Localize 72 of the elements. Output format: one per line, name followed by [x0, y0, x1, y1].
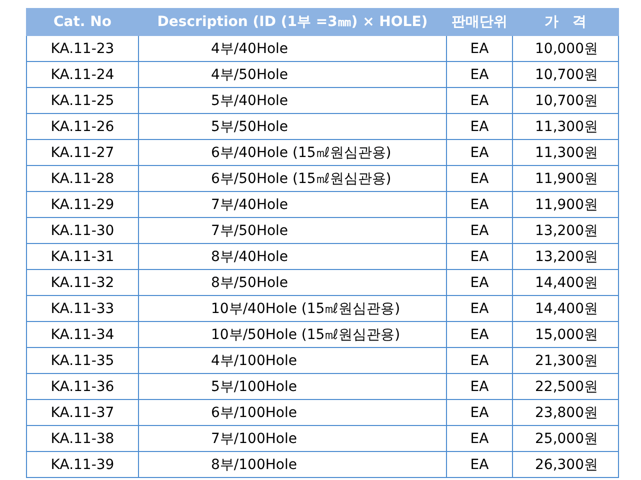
table-cell: 10부/40Hole (15㎖원심관용): [138, 296, 446, 322]
table-cell: KA.11-34: [26, 322, 138, 348]
table-cell: 11,900원: [512, 192, 618, 218]
table-cell: KA.11-30: [26, 218, 138, 244]
table-cell: 22,500원: [512, 374, 618, 400]
table-cell: EA: [446, 192, 512, 218]
table-cell: 14,400원: [512, 296, 618, 322]
table-cell: 4부/40Hole: [138, 36, 446, 62]
table-cell: EA: [446, 140, 512, 166]
table-cell: EA: [446, 270, 512, 296]
table-cell: EA: [446, 374, 512, 400]
table-cell: 5부/100Hole: [138, 374, 446, 400]
table-cell: 10,700원: [512, 88, 618, 114]
column-header: 가 격: [512, 8, 618, 36]
table-cell: KA.11-31: [26, 244, 138, 270]
table-cell: 7부/100Hole: [138, 426, 446, 452]
column-header: Cat. No: [26, 8, 138, 36]
table-cell: 11,300원: [512, 140, 618, 166]
table-cell: 13,200원: [512, 218, 618, 244]
table-cell: EA: [446, 166, 512, 192]
table-cell: EA: [446, 348, 512, 374]
table-cell: EA: [446, 400, 512, 426]
table-cell: 10,700원: [512, 62, 618, 88]
table-cell: 8부/100Hole: [138, 452, 446, 478]
table-cell: KA.11-39: [26, 452, 138, 478]
table-cell: KA.11-33: [26, 296, 138, 322]
table-cell: 6부/40Hole (15㎖원심관용): [138, 140, 446, 166]
table-cell: KA.11-36: [26, 374, 138, 400]
table-cell: 11,900원: [512, 166, 618, 192]
table-cell: 13,200원: [512, 244, 618, 270]
column-header: Description (ID (1부 =3㎜) × HOLE): [138, 8, 446, 36]
table-cell: 10,000원: [512, 36, 618, 62]
table-cell: KA.11-32: [26, 270, 138, 296]
table-cell: 15,000원: [512, 322, 618, 348]
table-cell: 23,800원: [512, 400, 618, 426]
table-cell: 11,300원: [512, 114, 618, 140]
table-cell: 26,300원: [512, 452, 618, 478]
table-cell: EA: [446, 114, 512, 140]
table-cell: EA: [446, 218, 512, 244]
table-cell: KA.11-37: [26, 400, 138, 426]
table-cell: KA.11-24: [26, 62, 138, 88]
table-cell: 8부/40Hole: [138, 244, 446, 270]
table-cell: EA: [446, 244, 512, 270]
table-cell: 21,300원: [512, 348, 618, 374]
table-cell: EA: [446, 452, 512, 478]
column-header: 판매단위: [446, 8, 512, 36]
table-cell: 4부/50Hole: [138, 62, 446, 88]
table-cell: KA.11-26: [26, 114, 138, 140]
table-cell: KA.11-27: [26, 140, 138, 166]
table-cell: KA.11-25: [26, 88, 138, 114]
table-cell: 5부/50Hole: [138, 114, 446, 140]
table-cell: EA: [446, 36, 512, 62]
table-cell: 8부/50Hole: [138, 270, 446, 296]
table-cell: 25,000원: [512, 426, 618, 452]
table-cell: EA: [446, 296, 512, 322]
table-cell: 7부/50Hole: [138, 218, 446, 244]
table-cell: EA: [446, 88, 512, 114]
table-cell: 14,400원: [512, 270, 618, 296]
table-cell: KA.11-35: [26, 348, 138, 374]
table-cell: KA.11-29: [26, 192, 138, 218]
table-cell: KA.11-28: [26, 166, 138, 192]
table-cell: 6부/50Hole (15㎖원심관용): [138, 166, 446, 192]
table-cell: EA: [446, 426, 512, 452]
table-cell: KA.11-23: [26, 36, 138, 62]
table-cell: EA: [446, 322, 512, 348]
table-cell: 10부/50Hole (15㎖원심관용): [138, 322, 446, 348]
table-cell: EA: [446, 62, 512, 88]
table-cell: KA.11-38: [26, 426, 138, 452]
table-cell: 6부/100Hole: [138, 400, 446, 426]
table-cell: 5부/40Hole: [138, 88, 446, 114]
table-cell: 7부/40Hole: [138, 192, 446, 218]
table-cell: 4부/100Hole: [138, 348, 446, 374]
